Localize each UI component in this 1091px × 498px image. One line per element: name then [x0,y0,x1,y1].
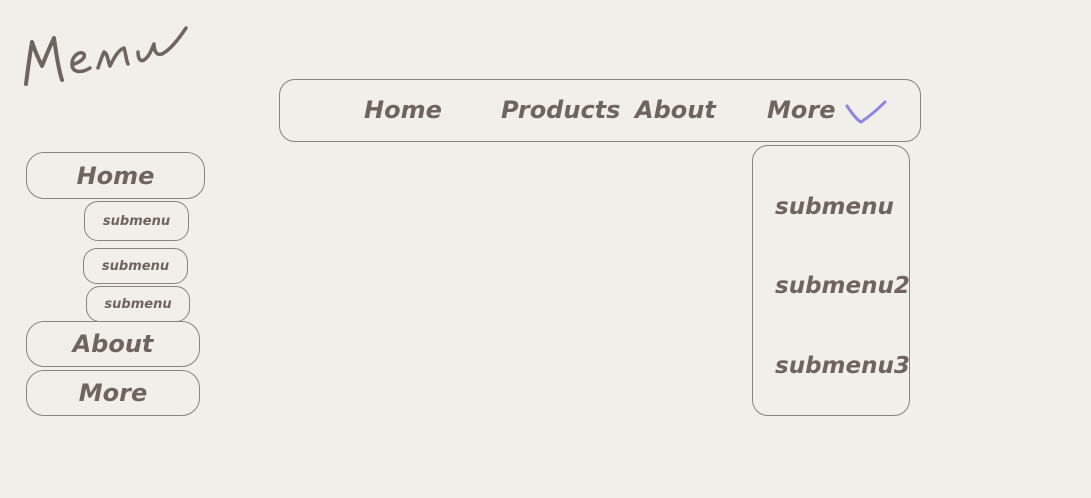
sidebar-item-home[interactable]: Home [26,152,205,199]
dropdown-item-submenu2[interactable]: submenu2 [775,273,910,299]
sidebar-submenu-item[interactable]: submenu [86,286,190,322]
topnav-item-products[interactable]: Products [501,96,620,124]
more-dropdown-menu: submenu submenu2 submenu3 [752,145,910,416]
menu-title-handwritten [24,26,188,86]
topnav-item-more[interactable]: More [767,96,835,124]
sidebar-item-more[interactable]: More [26,370,200,416]
sidebar-item-about[interactable]: About [26,321,200,367]
top-navigation-bar: Home Products About More [279,79,921,142]
chevron-down-icon[interactable] [845,100,889,126]
sidebar-submenu-item[interactable]: submenu [83,248,188,284]
dropdown-item-submenu3[interactable]: submenu3 [775,353,910,379]
page-title: Menu [0,0,1,1]
topnav-item-home[interactable]: Home [364,96,442,124]
sidebar-submenu-item[interactable]: submenu [84,201,189,241]
topnav-item-about[interactable]: About [635,96,716,124]
dropdown-item-submenu[interactable]: submenu [775,194,894,220]
